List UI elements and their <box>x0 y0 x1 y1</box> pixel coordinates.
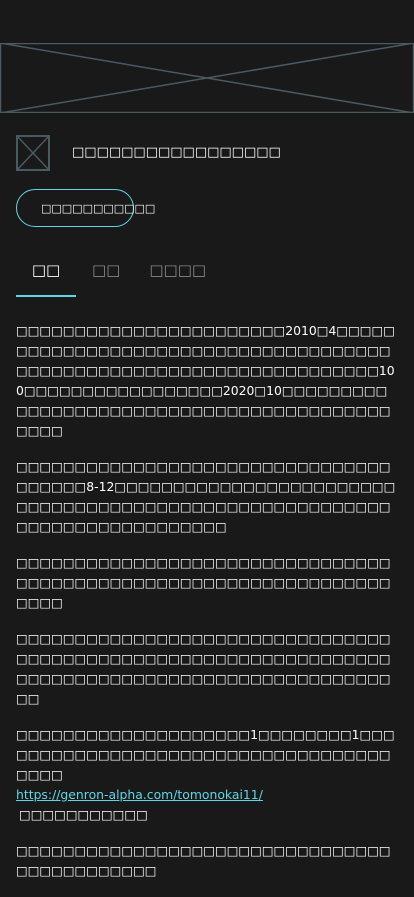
tab-third[interactable]: □□□□ <box>149 252 206 297</box>
profile-header: □□□□□□□□□□□□□□□□□ <box>16 135 398 171</box>
tab-overview[interactable]: □□ <box>16 252 76 297</box>
paragraph: □□□□□□□□□□□□□□□□□□□□□□□□□□□□□□□□□□□□□□8-… <box>16 459 396 534</box>
cover-image-placeholder <box>0 42 414 114</box>
image-placeholder-icon <box>16 135 50 171</box>
verified-badge[interactable]: □□□□□□□□□□□ <box>16 189 155 227</box>
paragraph-text: □□□□□□□□□□□□□□□□□□□□1□□□□□□□□1□□□□□□□□□□… <box>16 727 395 782</box>
paragraph: □□□□□□□□□□□□□□□□□□□□□□□□□□□□□□□□□□□□□□□□… <box>16 555 391 610</box>
tab-bar: □□ □□ □□□□ <box>16 252 398 297</box>
avatar[interactable] <box>16 135 50 171</box>
tomonokai-link[interactable]: https://genron-alpha.com/tomonokai11/ <box>16 785 398 805</box>
paragraph-with-link: □□□□□□□□□□□□□□□□□□□□1□□□□□□□□1□□□□□□□□□□… <box>16 725 398 825</box>
tab-second[interactable]: □□ <box>92 252 120 297</box>
paragraph: □□□□□□□□□□□□□□□□□□□□□□□□□□□□□□□□□□□□□□□□… <box>16 631 391 706</box>
paragraph: □□□□□□□□□□□□□□□□□□□□□□□2010□4□□□□□□□□□□□… <box>16 323 395 438</box>
image-placeholder-icon <box>0 42 414 114</box>
description: □□□□□□□□□□□□□□□□□□□□□□□2010□4□□□□□□□□□□□… <box>16 321 398 897</box>
paragraph: □□□□□□□□□□□□□□□□□□□□□□□□□□□□□□□□□□□□□□□□… <box>16 843 391 878</box>
profile-name: □□□□□□□□□□□□□□□□□ <box>72 145 281 160</box>
badge-label: □□□□□□□□□□□ <box>41 201 156 215</box>
link-trailing-text: □□□□□□□□□□□ <box>19 807 148 822</box>
